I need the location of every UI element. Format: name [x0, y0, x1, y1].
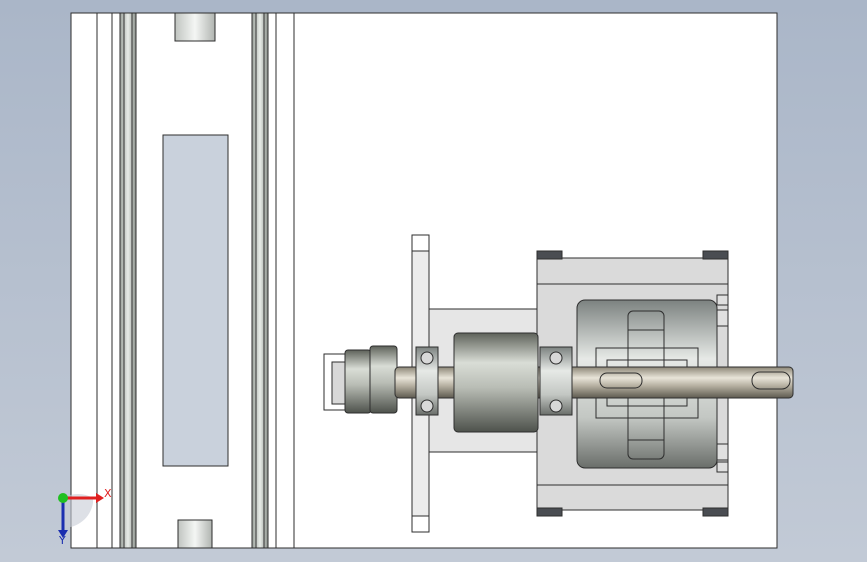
- x-axis-label: X: [104, 487, 112, 500]
- z-axis-dot-icon: [58, 493, 68, 503]
- bottom-pin[interactable]: [177, 519, 213, 549]
- right-bearing[interactable]: [539, 346, 573, 416]
- profile-slot-window[interactable]: [162, 134, 229, 467]
- cad-viewport[interactable]: X Y: [0, 0, 867, 562]
- input-end-cap[interactable]: [323, 345, 398, 414]
- y-axis-label: Y: [58, 534, 66, 547]
- spacer-cylinder[interactable]: [453, 332, 539, 433]
- left-bearing[interactable]: [415, 346, 439, 416]
- top-pin[interactable]: [174, 12, 216, 42]
